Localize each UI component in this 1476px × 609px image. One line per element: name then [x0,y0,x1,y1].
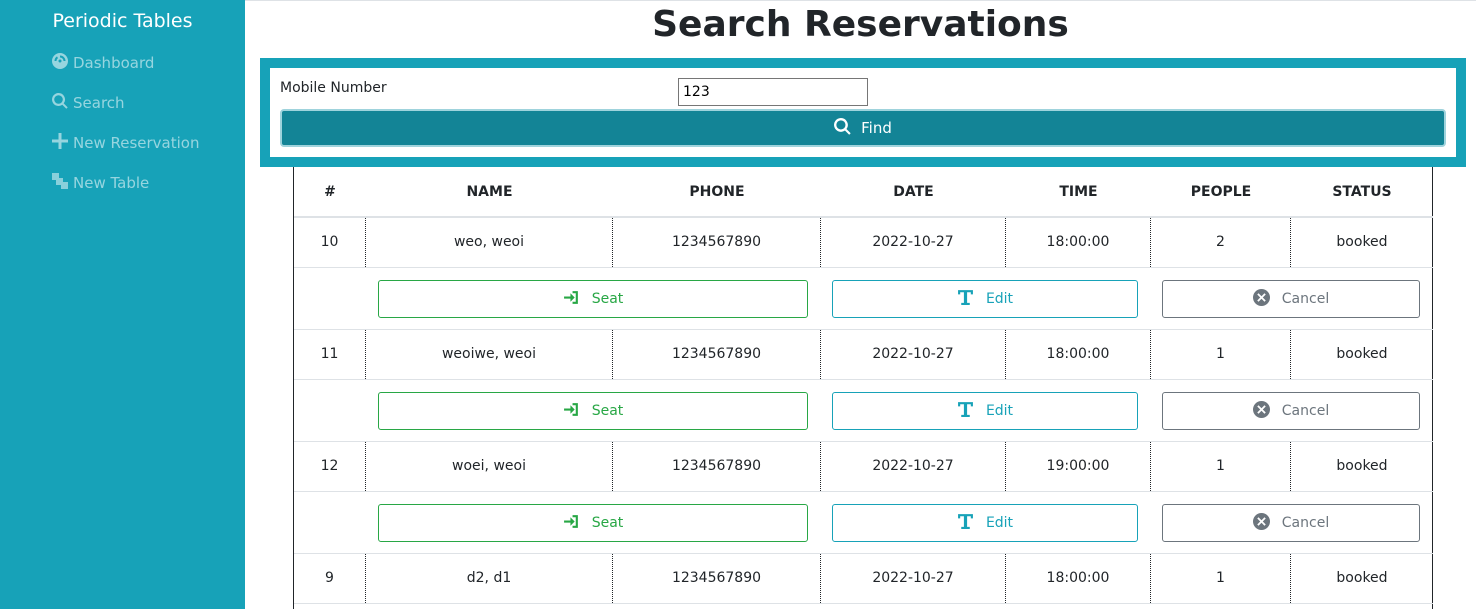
edit-button-label: Edit [985,515,1014,531]
col-header-number: # [324,184,336,200]
cell-status: booked [1336,458,1388,474]
search-icon [834,117,851,139]
x-circle-icon [1252,400,1270,422]
top-divider [245,0,1476,1]
mobile-number-label: Mobile Number [280,80,387,96]
cancel-button-label: Cancel [1281,403,1330,419]
edit-button-label: Edit [985,403,1014,419]
nav-item-dashboard[interactable]: Dashboard [52,53,154,73]
cell-time: 18:00:00 [1006,330,1151,379]
seat-button[interactable]: Seat [378,504,808,542]
page-title: Search Reservations [652,4,1069,45]
col-header-name: NAME [466,184,513,200]
sign-in-icon [563,401,580,422]
plus-icon [52,133,68,153]
row-actions: Seat Edit Cancel [294,380,1433,442]
nav-label-search: Search [73,94,125,112]
edit-button[interactable]: Edit [832,504,1138,542]
cell-number: 12 [294,442,366,491]
layers-icon [52,173,68,193]
cell-date: 2022-10-27 [821,442,1006,491]
table-row: 10 weo, weoi 1234567890 2022-10-27 18:00:00 2… [294,218,1433,268]
cell-status: booked [1336,234,1388,250]
cell-date: 2022-10-27 [821,330,1006,379]
seat-button-label: Seat [591,515,624,531]
text-t-icon [957,289,974,310]
sign-in-icon [563,289,580,310]
cell-phone: 1234567890 [613,330,821,379]
edit-button[interactable]: Edit [832,280,1138,318]
dashboard-icon [52,53,68,73]
cell-name: woei, weoi [366,442,613,491]
cancel-button-label: Cancel [1281,515,1330,531]
nav-item-new-reservation[interactable]: New Reservation [52,133,199,153]
col-header-people: PEOPLE [1190,184,1252,200]
find-button[interactable]: Find [280,109,1446,147]
cell-phone: 1234567890 [613,554,821,603]
seat-button-label: Seat [591,291,624,307]
cell-phone: 1234567890 [613,218,821,267]
edit-button-label: Edit [985,291,1014,307]
search-form: Mobile Number Find [260,58,1466,167]
row-actions: Seat Edit Cancel [294,492,1433,554]
cell-number: 9 [294,554,366,603]
cell-people: 1 [1151,330,1291,379]
cell-name: d2, d1 [366,554,613,603]
cell-time: 19:00:00 [1006,442,1151,491]
col-header-time: TIME [1059,184,1098,200]
seat-button[interactable]: Seat [378,280,808,318]
nav-label-new-table: New Table [73,174,150,192]
cancel-button[interactable]: Cancel [1162,280,1420,318]
col-header-phone: PHONE [689,184,745,200]
table-header: # NAME PHONE DATE TIME PEOPLE STATUS [294,167,1433,218]
cell-date: 2022-10-27 [821,554,1006,603]
cell-people: 1 [1151,442,1291,491]
text-t-icon [957,513,974,534]
cell-people: 1 [1151,554,1291,603]
cell-status: booked [1336,346,1388,362]
cell-name: weoiwe, weoi [366,330,613,379]
mobile-number-input[interactable] [678,78,868,106]
x-circle-icon [1252,288,1270,310]
cell-phone: 1234567890 [613,442,821,491]
cell-name: weo, weoi [366,218,613,267]
row-actions: Seat Edit Cancel [294,268,1433,330]
cell-people: 2 [1151,218,1291,267]
col-header-date: DATE [893,184,934,200]
col-header-status: STATUS [1332,184,1392,200]
nav-item-new-table[interactable]: New Table [52,173,149,193]
cell-time: 18:00:00 [1006,554,1151,603]
x-circle-icon [1252,512,1270,534]
table-row: 12 woei, weoi 1234567890 2022-10-27 19:00:00… [294,442,1433,492]
nav-label-dashboard: Dashboard [73,54,155,72]
brand-title[interactable]: Periodic Tables [0,10,245,32]
seat-button[interactable]: Seat [378,392,808,430]
search-icon [52,93,68,113]
sign-in-icon [563,513,580,534]
cancel-button[interactable]: Cancel [1162,504,1420,542]
sidebar: Periodic Tables Dashboard Search New Res… [0,0,245,609]
cancel-button-label: Cancel [1281,291,1330,307]
find-button-label: Find [861,119,892,137]
cell-time: 18:00:00 [1006,218,1151,267]
table-row: 11 weoiwe, weoi 1234567890 2022-10-27 18:00:… [294,330,1433,380]
reservations-table: # NAME PHONE DATE TIME PEOPLE STATUS 10 w… [293,167,1433,609]
cell-number: 10 [294,218,366,267]
nav-item-search[interactable]: Search [52,93,125,113]
seat-button-label: Seat [591,403,624,419]
nav-label-new-reservation: New Reservation [73,134,200,152]
cell-status: booked [1336,570,1388,586]
text-t-icon [957,401,974,422]
cell-date: 2022-10-27 [821,218,1006,267]
cell-number: 11 [294,330,366,379]
table-row: 9 d2, d1 1234567890 2022-10-27 18:00:00 1 book… [294,554,1433,604]
edit-button[interactable]: Edit [832,392,1138,430]
cancel-button[interactable]: Cancel [1162,392,1420,430]
